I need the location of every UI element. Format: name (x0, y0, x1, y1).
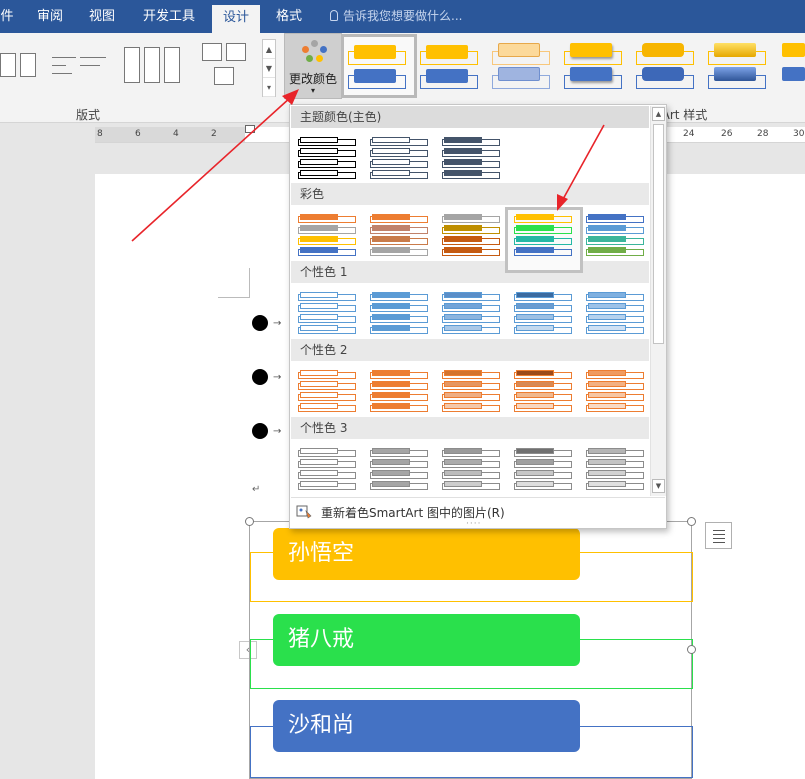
smartart-style-4[interactable] (560, 37, 630, 95)
color-swatch[interactable] (364, 133, 436, 193)
layout-thumbnail-4[interactable] (200, 43, 250, 89)
ruler-tick: 4 (173, 129, 179, 139)
color-swatch[interactable] (364, 210, 436, 270)
ruler-tick: 2 (211, 129, 217, 139)
bullet-dot (252, 315, 268, 331)
scroll-up-icon[interactable]: ▲ (263, 40, 275, 59)
tab-design[interactable]: 设计 (212, 5, 260, 33)
change-colors-dropdown: 主题颜色(主色) 彩色 个性色 1 个性色 2 个性色 3 ▲ ▼ 重新着色Sm… (289, 104, 667, 529)
resize-handle[interactable] (245, 517, 254, 526)
color-swatch[interactable] (292, 133, 364, 193)
scrollbar-thumb[interactable] (653, 124, 664, 344)
smartart-item-2[interactable]: 猪八戒 (273, 614, 580, 666)
recolor-picture-icon (296, 503, 312, 519)
color-swatch[interactable] (364, 444, 436, 504)
color-swatch[interactable] (580, 210, 652, 270)
smartart-style-1[interactable] (344, 37, 414, 95)
smartart-style-5[interactable] (632, 37, 702, 95)
scroll-up-icon[interactable]: ▲ (652, 107, 665, 121)
smartart-graphic[interactable]: 孙悟空 猪八戒 沙和尚 (249, 521, 692, 779)
layouts-group-label: 版式 (76, 106, 100, 123)
tab-arrow-mark: → (273, 426, 281, 437)
color-swatch[interactable] (364, 288, 436, 348)
color-swatch[interactable] (292, 444, 364, 504)
layout-thumbnail-1[interactable] (0, 43, 40, 89)
color-swatch[interactable] (364, 366, 436, 426)
tab-arrow-mark: → (273, 372, 281, 383)
tell-me-search[interactable]: 告诉我您想要做什么... (330, 0, 462, 33)
chevron-down-icon: ▾ (285, 86, 341, 95)
color-swatch[interactable] (508, 288, 580, 348)
paragraph-mark: ↵ (252, 484, 260, 495)
tab-arrow-mark: → (273, 318, 281, 329)
ruler-tick: 26 (721, 129, 732, 139)
change-colors-button[interactable]: 更改颜色 ▾ (284, 33, 342, 99)
smartart-item-3[interactable]: 沙和尚 (273, 700, 580, 752)
color-swatch[interactable] (436, 366, 508, 426)
margin-corner-mark (218, 268, 250, 298)
smartart-style-6[interactable] (704, 37, 774, 95)
color-swatch[interactable] (508, 444, 580, 504)
ruler-tick: 30 (793, 129, 804, 139)
color-swatch[interactable] (580, 288, 652, 348)
layout-gallery-scroll[interactable]: ▲ ▼ ▾ (262, 39, 276, 97)
color-swatch[interactable] (436, 210, 508, 270)
color-swatch[interactable] (508, 366, 580, 426)
ribbon-tab-bar: 件 审阅 视图 开发工具 设计 格式 告诉我您想要做什么... (0, 0, 805, 33)
color-swatch[interactable] (436, 133, 508, 193)
bullet-dot (252, 423, 268, 439)
ruler-tick: 8 (97, 129, 103, 139)
color-swatch[interactable] (436, 288, 508, 348)
smartart-item-1[interactable]: 孙悟空 (273, 528, 580, 580)
dropdown-scrollbar[interactable]: ▲ ▼ (650, 106, 666, 496)
color-swatch[interactable] (436, 444, 508, 504)
color-swatch[interactable] (580, 444, 652, 504)
ruler-tick: 28 (757, 129, 768, 139)
change-colors-label: 更改颜色 (285, 70, 341, 87)
tab-view[interactable]: 视图 (80, 0, 124, 33)
tab-file-partial[interactable]: 件 (0, 0, 14, 33)
color-swatch[interactable] (292, 210, 364, 270)
tab-review[interactable]: 审阅 (28, 0, 72, 33)
resize-handle[interactable] (687, 645, 696, 654)
color-swatch[interactable] (292, 366, 364, 426)
color-swatch[interactable] (580, 366, 652, 426)
indent-marker[interactable] (245, 125, 255, 133)
section-header-primary: 主题颜色(主色) (291, 106, 649, 128)
ruler-tick: 6 (135, 129, 141, 139)
lightbulb-icon (330, 10, 338, 21)
smartart-style-7-partial[interactable] (776, 37, 805, 95)
tab-developer[interactable]: 开发工具 (134, 0, 204, 33)
resize-handle[interactable] (687, 517, 696, 526)
smartart-style-2[interactable] (416, 37, 486, 95)
resize-grip-icon[interactable]: ···· (466, 519, 481, 529)
ruler-tick: 24 (683, 129, 694, 139)
scroll-down-icon[interactable]: ▼ (263, 59, 275, 78)
layout-thumbnail-2[interactable] (50, 43, 110, 89)
smartart-style-3[interactable] (488, 37, 558, 95)
tab-format[interactable]: 格式 (266, 0, 312, 33)
gallery-more-icon[interactable]: ▾ (263, 78, 275, 97)
tell-me-placeholder: 告诉我您想要做什么... (343, 9, 462, 23)
scroll-down-icon[interactable]: ▼ (652, 479, 665, 493)
color-swatch[interactable] (508, 210, 580, 270)
palette-icon (300, 40, 328, 66)
layout-options-button[interactable] (705, 522, 732, 549)
layout-thumbnail-3[interactable] (124, 43, 182, 89)
color-swatch[interactable] (292, 288, 364, 348)
bullet-dot (252, 369, 268, 385)
